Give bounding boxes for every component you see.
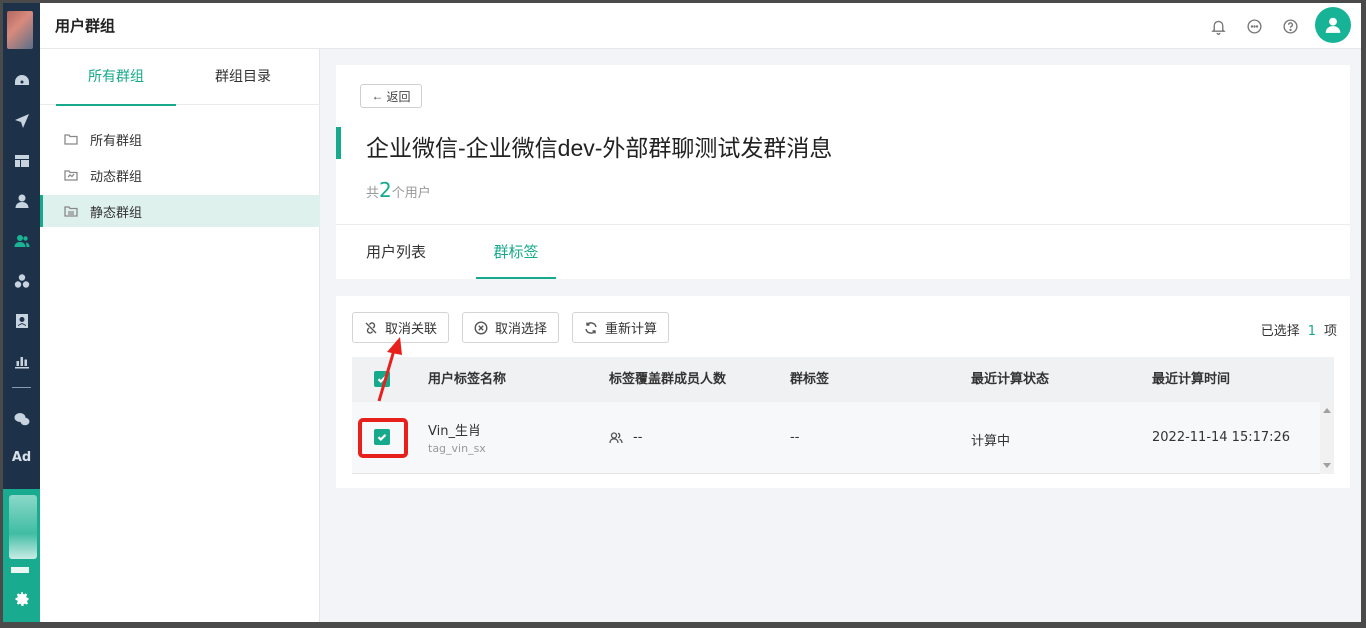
user-group-icon[interactable]: [3, 229, 40, 253]
sidebar-item-dynamic-groups[interactable]: 动态群组: [40, 159, 320, 191]
calc-time-cell: 2022-11-14 15:17:26: [1152, 430, 1291, 445]
app-window: Ad 用户群组 所有群组 群组目录 所有群组 动态群组 静态群组 ← 返回 企业…: [3, 3, 1361, 622]
back-button-label: 返回: [386, 89, 411, 104]
back-button[interactable]: ← 返回: [360, 84, 422, 108]
folder-icon: [64, 134, 78, 145]
member-count-cell: --: [609, 430, 642, 445]
row-checkbox[interactable]: [374, 429, 390, 445]
table-scrollbar[interactable]: [1320, 402, 1334, 474]
sidebar-item-label: 所有群组: [90, 133, 143, 149]
column-header-tag-name: 用户标签名称: [428, 372, 507, 387]
user-count-value: 2: [379, 178, 392, 202]
user-count: 共2个用户: [366, 178, 431, 202]
group-title: 企业微信-企业微信dev-外部群聊测试发群消息: [366, 135, 833, 161]
sidebar-item-label: 静态群组: [90, 205, 143, 221]
group-sidebar: 所有群组 群组目录 所有群组 动态群组 静态群组: [40, 49, 320, 622]
sidebar-item-label: 动态群组: [90, 169, 143, 185]
user-count-prefix: 共: [366, 186, 380, 201]
table-row[interactable]: Vin_生肖 tag_vin_sx -- -- 计算中 2022-11-14 1…: [352, 402, 1334, 474]
badge-icon[interactable]: [3, 309, 40, 333]
message-icon[interactable]: [1244, 16, 1264, 36]
deselect-button-label: 取消选择: [495, 322, 548, 337]
scroll-up-icon[interactable]: [1323, 408, 1331, 413]
member-count: --: [633, 430, 643, 445]
tag-code: tag_vin_sx: [428, 442, 486, 455]
dashboard-icon[interactable]: [3, 69, 40, 93]
send-icon[interactable]: [3, 109, 40, 133]
dynamic-folder-icon: [64, 170, 78, 181]
selection-suffix: 项: [1323, 324, 1337, 339]
column-header-calc-time: 最近计算时间: [1152, 372, 1231, 387]
selection-value: 1: [1307, 324, 1316, 339]
user-avatar[interactable]: [1315, 7, 1351, 43]
tab-group-directory[interactable]: 群组目录: [183, 49, 303, 105]
arrow-left-icon: ←: [371, 89, 384, 103]
sidebar-tabs: 所有群组 群组目录: [40, 49, 320, 106]
ad-icon[interactable]: Ad: [3, 450, 40, 465]
sidebar-item-all-groups[interactable]: 所有群组: [40, 123, 320, 155]
column-header-calc-status: 最近计算状态: [971, 372, 1050, 387]
tab-all-groups[interactable]: 所有群组: [56, 49, 176, 106]
icon-rail: Ad: [3, 3, 40, 622]
bar-chart-icon[interactable]: [3, 349, 40, 373]
page-title: 用户群组: [55, 17, 116, 35]
refresh-icon: [585, 321, 597, 334]
close-circle-icon: [474, 320, 488, 335]
settings-icon[interactable]: [3, 587, 40, 611]
rail-divider: [12, 387, 31, 388]
top-header: 用户群组: [40, 3, 1361, 49]
scroll-down-icon[interactable]: [1323, 463, 1331, 468]
wechat-icon[interactable]: [3, 407, 40, 431]
tab-user-list[interactable]: 用户列表: [364, 225, 428, 279]
group-tag-cell: --: [790, 430, 800, 445]
group-tags-panel: 取消关联 取消选择 重新计算 已选择 1 项 用户标签名称 标签覆盖群成员人数 群标…: [336, 296, 1350, 488]
tag-name: Vin_生肖: [428, 424, 481, 439]
tab-group-tags[interactable]: 群标签: [476, 225, 556, 279]
recalculate-button-label: 重新计算: [605, 322, 658, 337]
column-header-member-count: 标签覆盖群成员人数: [609, 372, 727, 387]
help-icon[interactable]: [1280, 16, 1300, 36]
layout-icon[interactable]: [3, 149, 40, 173]
unlink-icon: [365, 321, 377, 334]
selection-count: 已选择 1 项: [1261, 320, 1337, 339]
rail-blurred-item: [9, 495, 37, 559]
check-icon: [377, 434, 387, 442]
title-accent-bar: [336, 127, 341, 159]
annotation-arrow: [377, 337, 402, 402]
user-icon[interactable]: [3, 189, 40, 213]
users-icon: [609, 431, 623, 443]
selection-prefix: 已选择: [1260, 324, 1300, 339]
table-header: 用户标签名称 标签覆盖群成员人数 群标签 最近计算状态 最近计算时间: [352, 357, 1334, 402]
recalculate-button[interactable]: 重新计算: [572, 312, 670, 343]
rail-active-panel: [3, 489, 40, 622]
rail-blurred-item: [11, 567, 29, 573]
deselect-button[interactable]: 取消选择: [462, 312, 560, 343]
bell-icon[interactable]: [1208, 16, 1228, 36]
user-count-suffix: 个用户: [391, 186, 431, 201]
static-folder-icon: [64, 206, 78, 217]
column-header-group-tag: 群标签: [790, 372, 830, 387]
group-detail-header: ← 返回 企业微信-企业微信dev-外部群聊测试发群消息 共2个用户 用户列表 …: [336, 65, 1350, 279]
calc-status-cell: 计算中: [971, 434, 1011, 449]
cluster-icon[interactable]: [3, 269, 40, 293]
sidebar-item-static-groups[interactable]: 静态群组: [40, 195, 320, 227]
app-logo: [7, 11, 33, 49]
